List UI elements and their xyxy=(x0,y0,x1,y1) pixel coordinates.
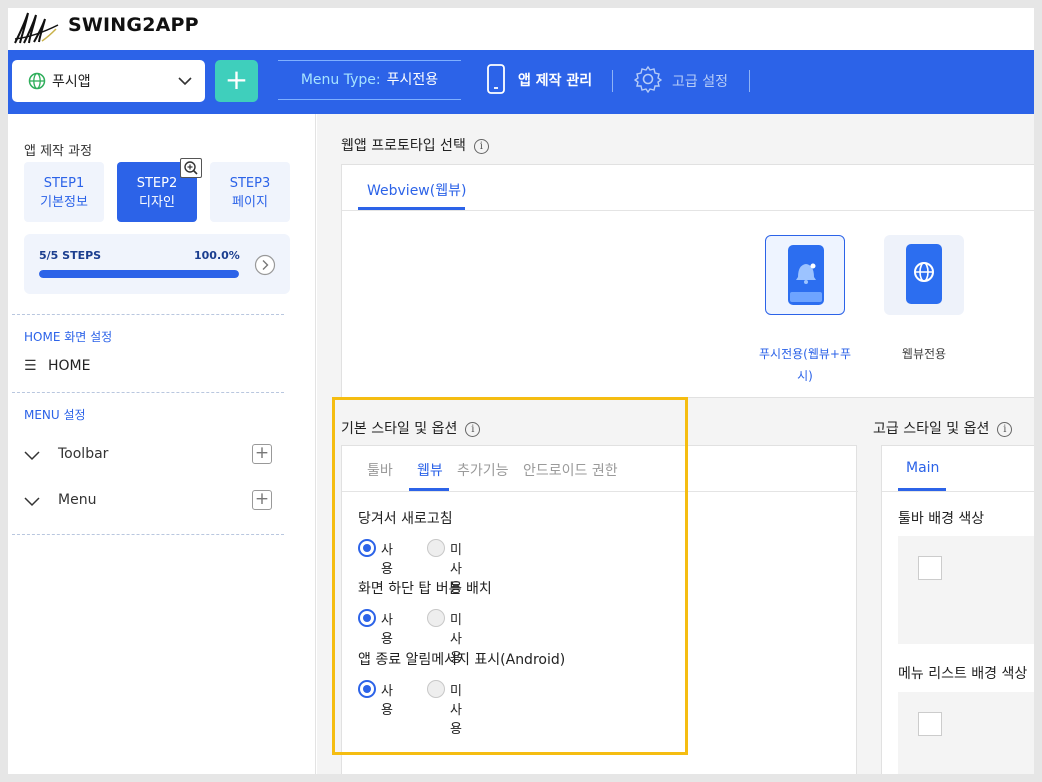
divider xyxy=(12,534,284,535)
step-1-button[interactable]: STEP1 기본정보 xyxy=(24,162,104,222)
prototype-card-push[interactable] xyxy=(765,235,845,315)
home-label: HOME xyxy=(48,358,91,374)
prototype-card-webview[interactable] xyxy=(884,235,964,315)
menu-type-label: Menu Type: xyxy=(300,72,381,88)
advanced-options-section-title: 고급 스타일 및 옵션 i xyxy=(873,418,1013,438)
phone-icon xyxy=(487,64,505,94)
menu-list-bg-color-label: 메뉴 리스트 배경 색상 xyxy=(898,666,1028,682)
progress-steps: 5/5 STEPS xyxy=(39,249,102,262)
info-icon[interactable]: i xyxy=(473,139,489,154)
step-name: 디자인 xyxy=(139,195,175,210)
add-submenu-button[interactable]: + xyxy=(252,490,272,510)
home-menu-item[interactable]: ☰ HOME xyxy=(24,358,90,374)
app-frame: SWING2APP 푸시앱 + Menu Type: 푸시전용 앱 제작 관리 xyxy=(8,8,1034,774)
step-number: STEP1 xyxy=(43,176,85,191)
toolbar-bg-color-label: 툴바 배경 색상 xyxy=(898,511,985,527)
chevron-down-icon xyxy=(24,497,40,507)
step-name: 기본정보 xyxy=(40,195,88,210)
tab-webview[interactable]: Webview(웹뷰) xyxy=(367,180,466,200)
step-name: 페이지 xyxy=(232,195,268,210)
nav-divider xyxy=(612,70,613,92)
prototype-panel: Webview(웹뷰) 푸시전용(웹뷰+푸 시) 웹뷰전용 xyxy=(341,164,1034,398)
chevron-down-icon xyxy=(24,451,40,461)
add-app-button[interactable]: + xyxy=(215,60,258,102)
app-select-dropdown[interactable]: 푸시앱 xyxy=(12,60,205,102)
step-3-button[interactable]: STEP3 페이지 xyxy=(210,162,290,222)
divider xyxy=(12,314,284,315)
globe-icon xyxy=(28,72,46,90)
home-section-title: HOME 화면 설정 xyxy=(24,330,113,344)
progress-bar-fill xyxy=(39,270,239,278)
divider xyxy=(12,392,284,393)
menu-row-label: Menu xyxy=(58,492,97,508)
progress-percent: 100.0% xyxy=(194,249,240,262)
step-number: STEP3 xyxy=(229,176,271,191)
advanced-options-panel: Main 툴바 배경 색상 메뉴 리스트 배경 색상 xyxy=(881,445,1034,774)
app-select-label: 푸시앱 xyxy=(52,74,91,90)
menu-row-toolbar[interactable]: Toolbar + xyxy=(24,444,274,468)
prototype-title: 웹앱 프로토타입 선택 xyxy=(341,138,466,154)
prototype-section-title: 웹앱 프로토타입 선택 i xyxy=(341,135,489,155)
top-nav: 푸시앱 + Menu Type: 푸시전용 앱 제작 관리 고급 설정 xyxy=(8,50,1034,114)
label-line: 푸시전용(웹뷰+푸 xyxy=(758,347,852,361)
app-manage-link[interactable]: 앱 제작 관리 xyxy=(518,70,592,90)
gear-icon[interactable] xyxy=(634,65,662,93)
label-line: 시) xyxy=(797,369,813,383)
globe-phone-icon xyxy=(906,244,942,304)
menu-type-indicator[interactable]: Menu Type: 푸시전용 xyxy=(278,60,461,100)
preview-zoom-icon[interactable] xyxy=(180,158,202,178)
menu-type-value: 푸시전용 xyxy=(386,72,439,88)
brand-logo-icon xyxy=(14,12,59,44)
process-title: 앱 제작 과정 xyxy=(24,144,93,159)
advanced-settings-link[interactable]: 고급 설정 xyxy=(672,71,728,91)
info-icon[interactable]: i xyxy=(997,422,1013,437)
tab-main[interactable]: Main xyxy=(906,460,939,476)
sidebar: 앱 제작 과정 STEP1 기본정보 STEP2 디자인 STEP3 페이지 5… xyxy=(8,114,316,774)
menu-row-menu[interactable]: Menu + xyxy=(24,490,274,514)
highlight-box xyxy=(332,397,688,755)
menu-row-label: Toolbar xyxy=(58,446,109,462)
color-swatch[interactable] xyxy=(918,556,942,580)
hamburger-icon: ☰ xyxy=(24,358,37,374)
menu-list-bg-color-field xyxy=(898,692,1034,774)
logo-bar: SWING2APP xyxy=(8,8,1034,50)
progress-bar xyxy=(39,270,239,278)
progress-card: 5/5 STEPS 100.0% xyxy=(24,234,290,294)
chevron-down-icon xyxy=(178,77,192,86)
chevron-right-circle-icon[interactable] xyxy=(254,254,276,276)
toolbar-bg-color-field xyxy=(898,536,1034,644)
bell-phone-icon xyxy=(788,245,824,305)
prototype-card-webview-label: 웹뷰전용 xyxy=(901,347,947,361)
add-submenu-button[interactable]: + xyxy=(252,444,272,464)
tab-divider xyxy=(882,491,1034,492)
menu-section-title: MENU 설정 xyxy=(24,408,86,422)
color-swatch[interactable] xyxy=(918,712,942,736)
brand-name: SWING2APP xyxy=(68,14,199,36)
advanced-options-title: 고급 스타일 및 옵션 xyxy=(873,421,990,437)
tab-divider xyxy=(342,210,1034,211)
prototype-card-push-label: 푸시전용(웹뷰+푸 시) xyxy=(748,343,862,387)
nav-divider xyxy=(749,70,750,92)
